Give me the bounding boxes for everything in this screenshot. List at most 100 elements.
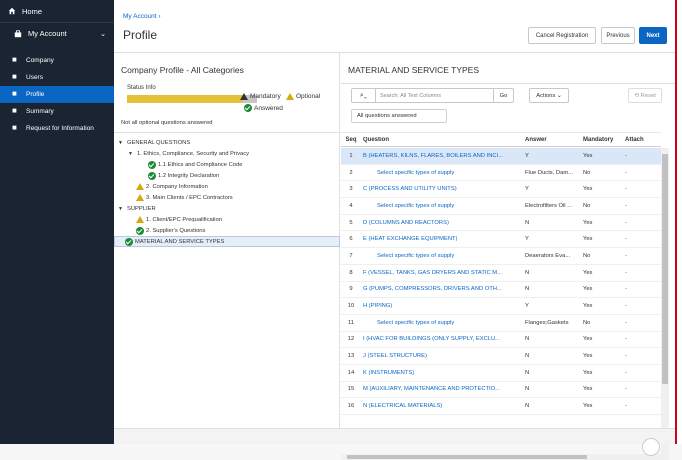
actions-menu-button[interactable]: Actions ⌄	[529, 88, 569, 103]
cell-question[interactable]: N (ELECTRICAL MATERIALS)	[361, 403, 523, 409]
legend-answered-label: Answered	[254, 104, 283, 112]
table-row[interactable]: 16 N (ELECTRICAL MATERIALS) N Yes -	[341, 398, 661, 415]
cell-question[interactable]: H (PIPING)	[361, 303, 523, 309]
col-attach[interactable]: Attach	[619, 137, 649, 143]
tree-node[interactable]: ▼ 1. Ethics, Compliance, Security and Pri…	[114, 148, 340, 159]
search-icon[interactable]: ⌕⌄	[352, 89, 376, 102]
cell-answer: Flanges;Gaskets	[525, 319, 569, 326]
footer	[114, 428, 675, 444]
cell-answer: N	[525, 336, 530, 343]
cell-question[interactable]: Select specific types of supply	[361, 170, 523, 176]
cell-question[interactable]: Select specific types of supply	[361, 203, 523, 209]
col-mandatory[interactable]: Mandatory	[579, 137, 619, 143]
cell-attach: -	[625, 252, 627, 259]
sidebar-item-company[interactable]: ■ Company	[0, 52, 114, 69]
go-button[interactable]: Go	[493, 89, 513, 102]
reset-button[interactable]: ⟲ Reset	[628, 88, 662, 103]
cell-question[interactable]: G (PUMPS, COMPRESSORS, DRIVERS AND OTH..…	[361, 286, 523, 292]
table-row[interactable]: 7 Select specific types of supply Deaerato…	[341, 248, 661, 265]
table-row[interactable]: 15 M (AUXILIARY, MAINTENANCE AND PROTECTI…	[341, 382, 661, 399]
sidebar-items: ■ Company ■ Users ■ Profile ■ Summary ■ Request f…	[0, 52, 114, 137]
cell-question[interactable]: F (VESSEL, TANKS, GAS DRYERS AND STATIC …	[361, 270, 523, 276]
sidebar-item-users[interactable]: ■ Users	[0, 69, 114, 86]
filter-chip[interactable]: All questions answered	[351, 109, 447, 123]
table-row[interactable]: 3 C (PROCESS AND UTILITY UNITS) Y Yes -	[341, 181, 661, 199]
tree-node[interactable]: ▼ SUPPLIER	[114, 203, 340, 214]
cell-mandatory: No	[583, 252, 591, 259]
col-answer[interactable]: Answer	[523, 137, 579, 143]
chevron-down-icon[interactable]: ⌄	[100, 30, 106, 38]
left-panel-title: Company Profile - All Categories	[121, 65, 244, 75]
cell-question[interactable]: E (HEAT EXCHANGE EQUIPMENT)	[361, 236, 523, 242]
cell-question[interactable]: K (INSTRUMENTS)	[361, 370, 523, 376]
table-row[interactable]: 11 Select specific types of supply Flanges…	[341, 315, 661, 332]
table-row[interactable]: 2 Select specific types of supply Flue Duc…	[341, 165, 661, 182]
cancel-registration-button[interactable]: Cancel Registration	[528, 27, 596, 44]
cell-attach: -	[625, 202, 627, 209]
cell-question[interactable]: J (STEEL STRUCTURE)	[361, 353, 523, 359]
tree-node[interactable]: 1. Client/EPC Prequalification	[114, 214, 340, 225]
table-row[interactable]: 5 D (COLUMNS AND REACTORS) N Yes -	[341, 215, 661, 232]
sidebar-item-label: Request for Information	[26, 125, 94, 132]
cell-seq: 3	[349, 186, 353, 193]
cell-mandatory: Yes	[583, 386, 593, 393]
warning-icon	[136, 183, 144, 190]
table-header: Seq Question Answer Mandatory Attach	[341, 132, 661, 147]
table-row[interactable]: 12 I (HVAC FOR BUILDINGS (ONLY SUPPLY, EX…	[341, 332, 661, 349]
sidebar-home[interactable]: Home	[0, 0, 114, 22]
cell-seq: 9	[349, 286, 353, 293]
cell-question[interactable]: C (PROCESS AND UTILITY UNITS)	[361, 186, 523, 192]
vertical-scroll-thumb[interactable]	[662, 154, 668, 384]
cell-attach: -	[625, 169, 627, 176]
sidebar-my-account[interactable]: My Account ⌄	[0, 22, 114, 44]
table-row[interactable]: 1 B (HEATERS, KILNS, FLARES, BOILERS AND …	[341, 148, 661, 165]
cell-mandatory: Yes	[583, 353, 593, 360]
table-row[interactable]: 10 H (PIPING) Y Yes -	[341, 298, 661, 315]
table-row[interactable]: 13 J (STEEL STRUCTURE) N Yes -	[341, 348, 661, 365]
cell-seq: 4	[349, 202, 353, 209]
summary-icon: ■	[12, 106, 17, 115]
next-button[interactable]: Next	[639, 27, 667, 44]
search-input[interactable]: Search: All Text Columns	[376, 93, 493, 99]
tree-node[interactable]: 1.2 Integrity Declaration	[114, 170, 340, 181]
previous-button[interactable]: Previous	[601, 27, 635, 44]
col-question[interactable]: Question	[361, 137, 523, 143]
sidebar-item-profile[interactable]: ■ Profile	[0, 86, 114, 103]
horizontal-scrollbar[interactable]	[341, 454, 669, 460]
tree-node-label: 2. Company Information	[146, 183, 208, 190]
floating-button[interactable]	[642, 438, 660, 456]
cell-question[interactable]: Select specific types of supply	[361, 253, 523, 259]
sidebar-item-request-for-information[interactable]: ■ Request for Information	[0, 120, 114, 137]
cell-mandatory: Yes	[583, 336, 593, 343]
table-row[interactable]: 14 K (INSTRUMENTS) N Yes -	[341, 365, 661, 382]
tree-node[interactable]: 2. Supplier's Questions	[114, 225, 340, 236]
cell-attach: -	[625, 286, 627, 293]
tree-node[interactable]: 3. Main Clients / EPC Contractors	[114, 192, 340, 203]
table-row[interactable]: 4 Select specific types of supply Electrof…	[341, 198, 661, 215]
cell-question[interactable]: I (HVAC FOR BUILDINGS (ONLY SUPPLY, EXCL…	[361, 336, 523, 342]
tree-node[interactable]: MATERIAL AND SERVICE TYPES	[114, 236, 340, 247]
cell-mandatory: Yes	[583, 236, 593, 243]
table-row[interactable]: 9 G (PUMPS, COMPRESSORS, DRIVERS AND OTH.…	[341, 282, 661, 299]
answered-check-icon	[136, 226, 144, 235]
cell-attach: -	[625, 219, 627, 226]
cell-question[interactable]: M (AUXILIARY, MAINTENANCE AND PROTECTIO.…	[361, 386, 523, 392]
horizontal-scroll-thumb[interactable]	[347, 455, 587, 459]
cell-attach: -	[625, 269, 627, 276]
caret-down-icon: ▼	[128, 150, 133, 157]
vertical-scrollbar[interactable]	[661, 148, 669, 454]
cell-question[interactable]: Select specific types of supply	[361, 320, 523, 326]
cell-question[interactable]: D (COLUMNS AND REACTORS)	[361, 220, 523, 226]
tree-node[interactable]: ▼ GENERAL QUESTIONS	[114, 137, 340, 148]
cell-question[interactable]: B (HEATERS, KILNS, FLARES, BOILERS AND I…	[361, 153, 523, 159]
breadcrumb[interactable]: My Account ›	[123, 13, 161, 20]
table-row[interactable]: 6 E (HEAT EXCHANGE EQUIPMENT) Y Yes -	[341, 231, 661, 249]
table-row[interactable]: 8 F (VESSEL, TANKS, GAS DRYERS AND STATIC…	[341, 265, 661, 282]
col-seq[interactable]: Seq	[341, 137, 361, 143]
main-content: My Account › Profile Cancel Registration…	[114, 0, 675, 460]
cell-attach: -	[625, 152, 627, 159]
tree-node[interactable]: 2. Company Information	[114, 181, 340, 192]
cell-attach: -	[625, 186, 627, 193]
tree-node[interactable]: 1.1 Ethics and Compliance Code	[114, 159, 340, 170]
sidebar-item-summary[interactable]: ■ Summary	[0, 103, 114, 120]
